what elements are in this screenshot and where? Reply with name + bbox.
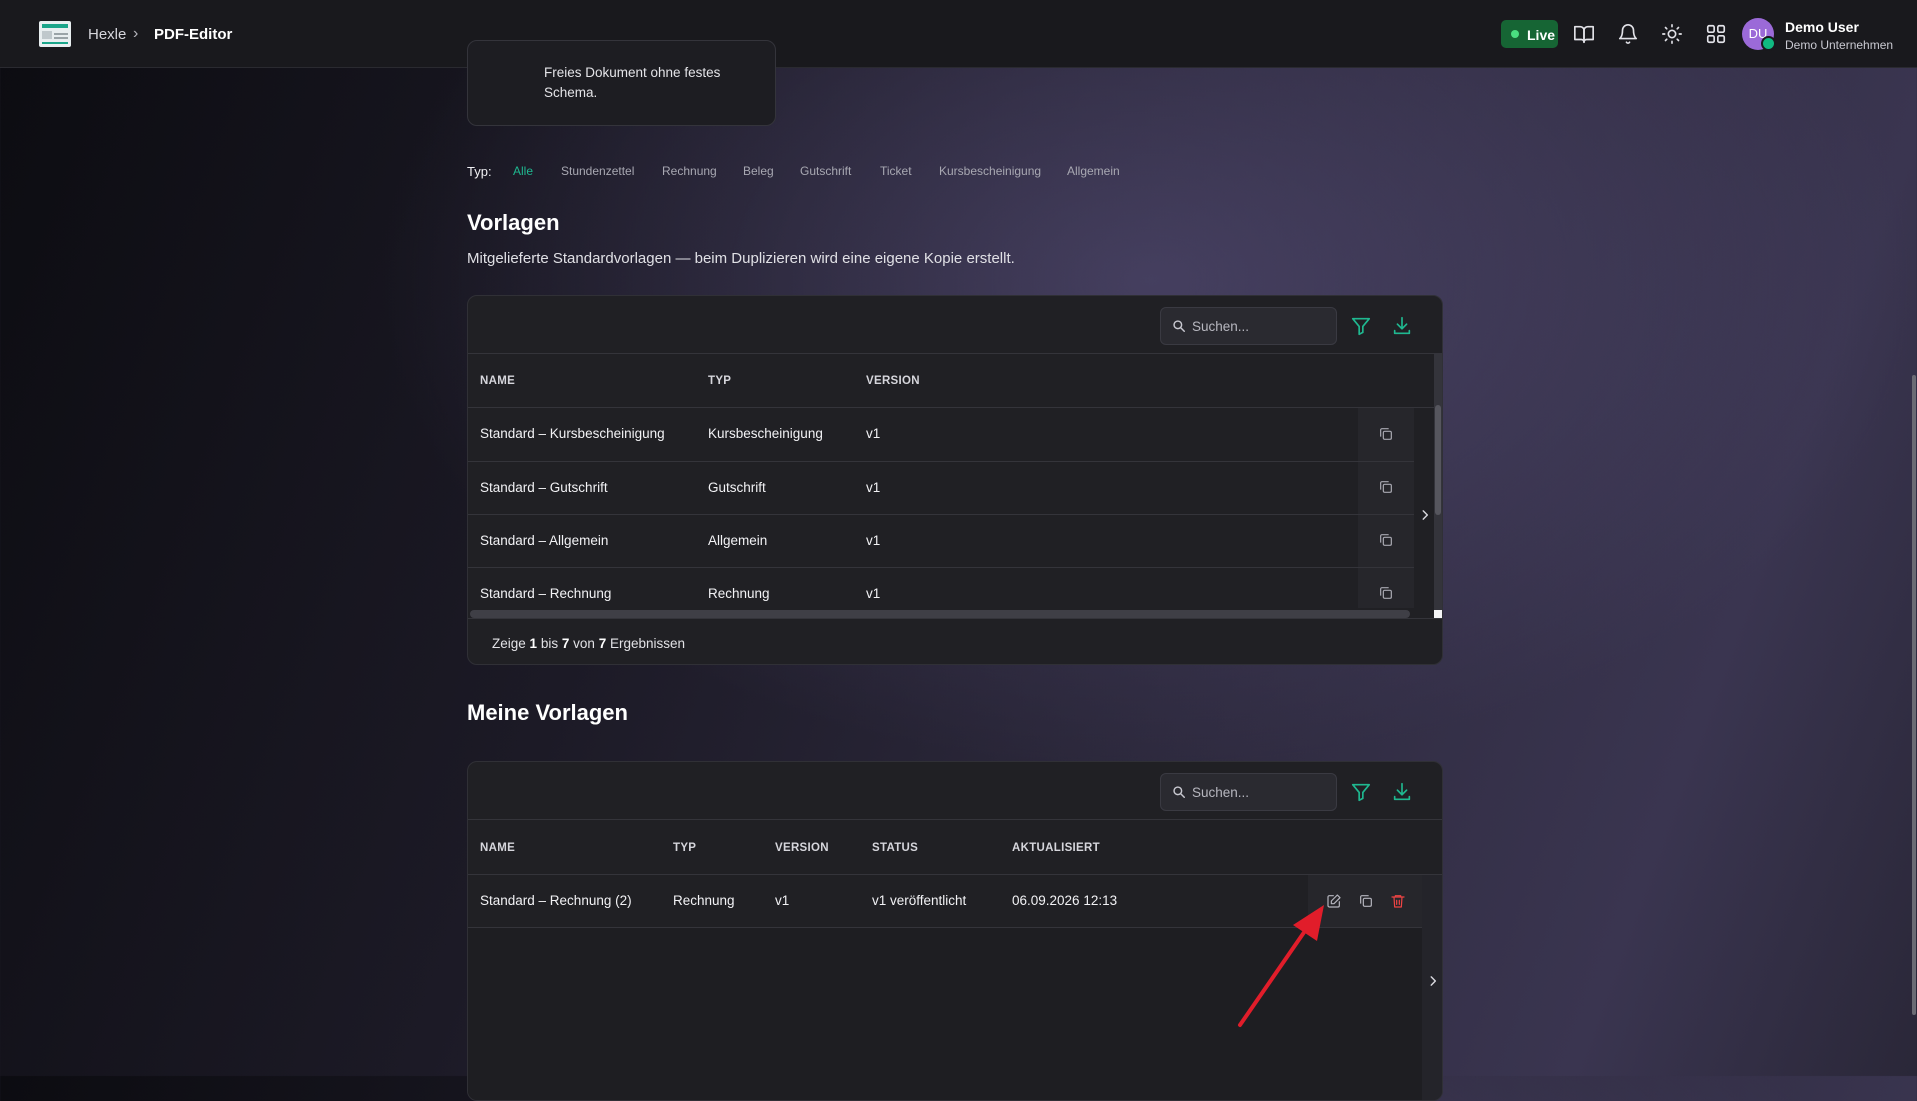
- type-filter-beleg[interactable]: Beleg: [743, 164, 774, 178]
- breadcrumb-separator-icon: ›: [133, 25, 139, 42]
- row-typ: Rechnung: [673, 893, 735, 908]
- vorlagen-table-panel: NAME TYP VERSION Standard – Kursbeschein…: [467, 295, 1443, 665]
- vorlagen-subtitle: Mitgelieferte Standardvorlagen — beim Du…: [467, 250, 1015, 267]
- page-scrollbar[interactable]: [1912, 375, 1916, 1015]
- table-row[interactable]: Standard – Kursbescheinigung Kursbeschei…: [468, 408, 1414, 461]
- live-dot-icon: [1511, 30, 1519, 38]
- user-company: Demo Unternehmen: [1785, 38, 1894, 52]
- row-version: v1: [866, 426, 881, 441]
- table-row[interactable]: Standard – Gutschrift Gutschrift v1: [468, 462, 1414, 515]
- row-name: Standard – Rechnung: [480, 586, 612, 601]
- type-filter-gutschrift[interactable]: Gutschrift: [800, 164, 851, 178]
- duplicate-icon[interactable]: [1378, 426, 1394, 442]
- chevron-right-icon[interactable]: [1426, 974, 1440, 988]
- row-status: v1 veröffentlicht: [872, 893, 967, 908]
- type-filter-ticket[interactable]: Ticket: [880, 164, 912, 178]
- template-type-card[interactable]: Freies Dokument ohne festes Schema.: [467, 40, 776, 126]
- meine-vorlagen-title: Meine Vorlagen: [467, 700, 628, 725]
- column-header-typ[interactable]: TYP: [673, 842, 696, 854]
- type-filter-label: Typ:: [467, 164, 492, 179]
- type-filter-alle[interactable]: Alle: [513, 164, 533, 178]
- user-name[interactable]: Demo User: [1785, 19, 1859, 35]
- vorlagen-title: Vorlagen: [467, 210, 560, 235]
- scrollbar-corner: [1434, 610, 1442, 618]
- row-name: Standard – Allgemein: [480, 533, 609, 548]
- column-header-typ[interactable]: TYP: [708, 375, 731, 387]
- row-name: Standard – Rechnung (2): [480, 893, 632, 908]
- row-version: v1: [866, 480, 881, 495]
- breadcrumb-current: PDF-Editor: [154, 26, 233, 43]
- column-header-version[interactable]: VERSION: [775, 842, 829, 854]
- breadcrumb-root[interactable]: Hexle: [88, 26, 126, 43]
- meine-vorlagen-search[interactable]: [1160, 773, 1337, 811]
- docs-book-icon[interactable]: [1573, 23, 1595, 45]
- duplicate-icon[interactable]: [1358, 893, 1374, 909]
- column-header-name[interactable]: NAME: [480, 375, 515, 387]
- meine-vorlagen-search-input[interactable]: [1192, 783, 1327, 801]
- row-updated: 06.09.2026 12:13: [1012, 893, 1118, 908]
- column-header-status[interactable]: STATUS: [872, 842, 918, 854]
- vorlagen-horizontal-scrollbar[interactable]: [470, 610, 1410, 618]
- annotation-arrow: [1238, 905, 1324, 1027]
- row-typ: Gutschrift: [708, 480, 766, 495]
- row-name: Standard – Gutschrift: [480, 480, 608, 495]
- status-check-icon: [1761, 36, 1776, 51]
- filter-icon[interactable]: [1350, 781, 1372, 803]
- search-icon: [1173, 786, 1185, 798]
- user-avatar[interactable]: DU: [1742, 18, 1776, 51]
- bell-icon[interactable]: [1617, 23, 1639, 45]
- column-header-version[interactable]: VERSION: [866, 375, 920, 387]
- chevron-right-icon[interactable]: [1418, 508, 1432, 522]
- vorlagen-pagination: Zeige 1 bis 7 von 7 Ergebnissen: [492, 636, 686, 651]
- vorlagen-vertical-scrollbar[interactable]: [1434, 353, 1442, 615]
- type-filter-kursbescheinigung[interactable]: Kursbescheinigung: [939, 164, 1041, 178]
- table-side-gutter: [1422, 875, 1442, 1100]
- vorlagen-search[interactable]: [1160, 307, 1337, 345]
- duplicate-icon[interactable]: [1378, 585, 1394, 601]
- delete-trash-icon[interactable]: [1390, 893, 1406, 909]
- vorlagen-search-input[interactable]: [1192, 317, 1327, 335]
- row-typ: Kursbescheinigung: [708, 426, 823, 441]
- apps-grid-icon[interactable]: [1705, 23, 1727, 45]
- live-label: Live: [1527, 27, 1556, 43]
- duplicate-icon[interactable]: [1378, 479, 1394, 495]
- type-filter-rechnung[interactable]: Rechnung: [662, 164, 717, 178]
- row-typ: Allgemein: [708, 533, 768, 548]
- top-bar: Hexle › PDF-Editor Live DU Demo User Dem…: [0, 0, 1917, 68]
- table-row[interactable]: Standard – Allgemein Allgemein v1: [468, 515, 1414, 568]
- sun-icon[interactable]: [1661, 23, 1683, 45]
- row-version: v1: [775, 893, 790, 908]
- row-version: v1: [866, 586, 881, 601]
- duplicate-icon[interactable]: [1378, 532, 1394, 548]
- filter-icon[interactable]: [1350, 315, 1372, 337]
- download-icon[interactable]: [1391, 781, 1413, 803]
- row-name: Standard – Kursbescheinigung: [480, 426, 665, 441]
- live-badge[interactable]: Live: [1501, 20, 1558, 48]
- type-filter-allgemein[interactable]: Allgemein: [1067, 164, 1120, 178]
- column-header-name[interactable]: NAME: [480, 842, 515, 854]
- search-icon: [1173, 320, 1185, 332]
- type-filter-stundenzettel[interactable]: Stundenzettel: [561, 164, 634, 178]
- download-icon[interactable]: [1391, 315, 1413, 337]
- app-logo[interactable]: [39, 21, 71, 47]
- row-version: v1: [866, 533, 881, 548]
- column-header-aktualisiert[interactable]: AKTUALISIERT: [1012, 842, 1100, 854]
- row-typ: Rechnung: [708, 586, 770, 601]
- template-type-card-description: Freies Dokument ohne festes Schema.: [544, 65, 721, 100]
